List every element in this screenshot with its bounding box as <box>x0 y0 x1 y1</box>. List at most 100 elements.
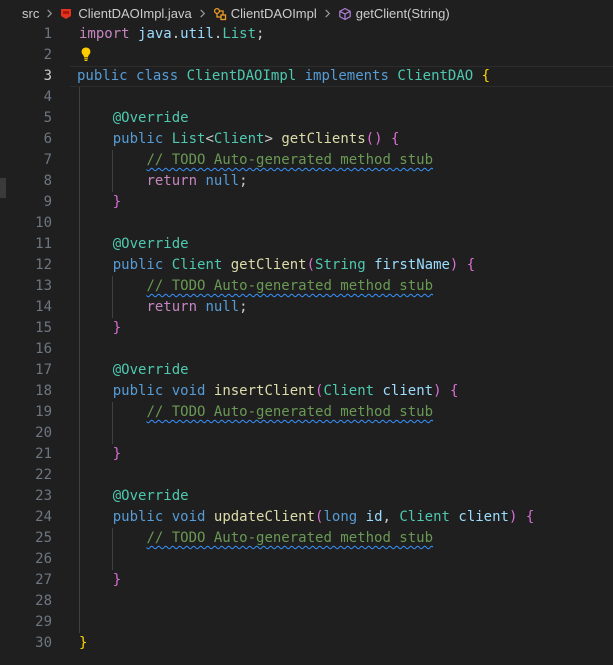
line-number: 7 <box>43 152 52 168</box>
code-text: @Override <box>79 234 189 255</box>
line-number: 23 <box>35 488 52 504</box>
code-line: 4 <box>0 87 613 108</box>
code-line: 28 <box>0 591 613 612</box>
line-number: 3 <box>43 68 52 84</box>
code-line: 27 } <box>0 570 613 591</box>
token-type: List <box>222 26 257 42</box>
token-punct: , <box>382 509 391 525</box>
token-bracket: { <box>466 257 476 273</box>
token-keyword: null <box>205 299 240 315</box>
line-number: 16 <box>35 341 52 357</box>
code-line: 2 <box>0 45 613 66</box>
token-bracket: } <box>112 572 122 588</box>
line-number: 24 <box>35 509 52 525</box>
token-bracket: ) <box>449 257 459 273</box>
breadcrumb: src ClientDAOImpl.java ClientDAOImpl get… <box>0 0 613 27</box>
code-line: 12 public Client getClient(String firstN… <box>0 255 613 276</box>
line-number: 8 <box>43 173 52 189</box>
token-bracket: } <box>79 635 88 651</box>
token-keyword: void <box>171 509 206 525</box>
breadcrumb-method[interactable]: getClient(String) <box>338 6 450 21</box>
token-variable: firstName <box>374 257 450 273</box>
token-keyword: null <box>205 173 240 189</box>
token-type: Client <box>399 509 450 525</box>
token-keyword: public <box>112 509 164 525</box>
token-function: getClients <box>281 131 366 147</box>
token-bracket: { <box>481 68 491 84</box>
token-keyword: return <box>146 173 198 189</box>
code-text: // TODO Auto-generated method stub <box>79 276 433 297</box>
token-bracket: } <box>112 194 122 210</box>
breadcrumb-folder[interactable]: src <box>22 6 39 21</box>
token-keyword: import <box>79 26 130 42</box>
chevron-right-icon <box>45 9 54 18</box>
code-line: 22 <box>0 465 613 486</box>
code-editor[interactable]: src ClientDAOImpl.java ClientDAOImpl get… <box>0 0 613 665</box>
code-line-active: 3 public class ClientDAOImpl implements … <box>0 66 613 87</box>
token-punct: ; <box>239 299 248 315</box>
code-text: // TODO Auto-generated method stub <box>79 528 433 549</box>
line-number: 14 <box>35 299 52 315</box>
code-line: 26 <box>0 549 613 570</box>
token-package: java <box>138 26 172 42</box>
breadcrumb-class[interactable]: ClientDAOImpl <box>213 6 317 21</box>
token-punct: > <box>264 131 273 147</box>
class-icon <box>213 7 226 20</box>
token-keyword: return <box>146 299 198 315</box>
line-number: 29 <box>35 614 52 630</box>
token-type: List <box>171 131 206 147</box>
token-type: Client <box>213 131 265 147</box>
token-annotation: @Override <box>112 488 189 504</box>
token-package: util <box>180 26 214 42</box>
token-comment: // TODO Auto-generated method stub <box>146 530 434 546</box>
code-line: 9 } <box>0 192 613 213</box>
code-line: 25 // TODO Auto-generated method stub <box>0 528 613 549</box>
line-number: 9 <box>43 194 52 210</box>
code-text: public class ClientDAOImpl implements Cl… <box>77 66 490 87</box>
code-text: @Override <box>79 108 189 129</box>
code-text: } <box>79 444 121 465</box>
breadcrumb-file-label: ClientDAOImpl.java <box>78 6 192 21</box>
line-number: 30 <box>35 635 52 651</box>
code-line: 17 @Override <box>0 360 613 381</box>
line-number: 10 <box>35 215 52 231</box>
token-punct: < <box>205 131 214 147</box>
token-bracket: { <box>390 131 400 147</box>
breadcrumb-file[interactable]: ClientDAOImpl.java <box>60 6 192 21</box>
line-number: 25 <box>35 530 52 546</box>
code-line: 14 return null; <box>0 297 613 318</box>
token-bracket: { <box>525 509 535 525</box>
code-line: 13 // TODO Auto-generated method stub <box>0 276 613 297</box>
code-line: 7 // TODO Auto-generated method stub <box>0 150 613 171</box>
token-punct: ; <box>256 26 265 42</box>
code-text: // TODO Auto-generated method stub <box>79 402 433 423</box>
breadcrumb-class-label: ClientDAOImpl <box>230 6 317 21</box>
line-number: 2 <box>43 47 52 63</box>
token-punct: . <box>171 26 181 42</box>
token-variable: client <box>382 383 434 399</box>
line-number: 22 <box>35 467 52 483</box>
token-comment: // TODO Auto-generated method stub <box>146 404 434 420</box>
token-annotation: @Override <box>112 110 189 126</box>
code-line: 16 <box>0 339 613 360</box>
token-keyword: public <box>112 257 164 273</box>
token-function: getClient <box>230 257 307 273</box>
code-line: 30 } <box>0 633 613 654</box>
token-type: Client <box>323 383 375 399</box>
line-number: 4 <box>43 89 52 105</box>
code-text: public Client getClient(String firstName… <box>79 255 476 276</box>
token-function: insertClient <box>213 383 316 399</box>
code-line: 10 <box>0 213 613 234</box>
token-type: String <box>315 257 366 273</box>
token-comment: // TODO Auto-generated method stub <box>146 278 434 294</box>
token-keyword: public <box>77 68 128 84</box>
code-text: } <box>79 570 121 591</box>
token-keyword: implements <box>304 68 389 84</box>
line-number: 15 <box>35 320 52 336</box>
line-number: 21 <box>35 446 52 462</box>
code-line: 21 } <box>0 444 613 465</box>
line-number: 28 <box>35 593 52 609</box>
token-keyword: public <box>112 383 164 399</box>
token-bracket: ( <box>365 131 375 147</box>
token-keyword: class <box>136 68 179 84</box>
